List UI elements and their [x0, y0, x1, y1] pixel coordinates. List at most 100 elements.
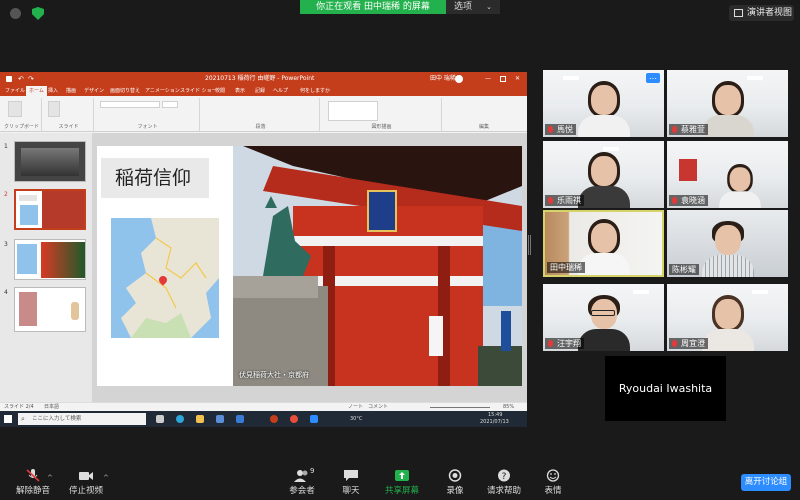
- ppt-tab-draw: 描画: [66, 88, 77, 94]
- request-help-label: 请求帮助: [486, 486, 521, 496]
- face: [590, 156, 617, 186]
- search-icon: ⌕: [21, 415, 25, 423]
- record-button[interactable]: 录像: [440, 465, 470, 500]
- info-icon[interactable]: [10, 8, 21, 19]
- people-icon: [294, 470, 308, 482]
- video-tile-3[interactable]: 乐雨祺: [543, 141, 664, 208]
- shapes-gallery: [328, 101, 378, 121]
- ppt-redo-icon: ↷: [28, 75, 34, 83]
- taskbar-search-box: ⌕ ここに入力して検索: [18, 413, 146, 425]
- view-options-button[interactable]: 选项 ⌄: [446, 0, 500, 14]
- unmute-button[interactable]: 解除静音: [8, 465, 58, 500]
- ppt-tab-design: デザイン: [84, 88, 105, 94]
- participant-figure: [701, 221, 754, 277]
- torso: [701, 255, 754, 277]
- stop-video-button[interactable]: 停止视频: [66, 465, 106, 500]
- slide-title: 稲荷信仰: [101, 158, 209, 198]
- thumb-1-image: [21, 148, 79, 176]
- slide-map-image: [111, 218, 219, 338]
- video-tile-5-active-speaker[interactable]: 田中瑞稀: [543, 210, 664, 277]
- ppt-tab-help: ヘルプ: [273, 88, 289, 94]
- participants-count: 9: [310, 467, 315, 475]
- torso: [701, 329, 754, 351]
- mic-muted-icon: [672, 126, 677, 133]
- record-icon: [448, 469, 462, 482]
- video-off-tile[interactable]: Ryoudai Iwashita: [605, 356, 726, 421]
- participants-button[interactable]: 参会者: [282, 465, 322, 500]
- ppt-tab-transitions: 画面切り替え: [110, 88, 141, 94]
- participant-name: 汪宇翔: [557, 339, 581, 348]
- participant-name-label: 田中瑞稀: [547, 262, 585, 273]
- ceiling-light: [603, 147, 619, 151]
- participant-figure: [577, 81, 630, 137]
- participant-name: 馬悦: [557, 125, 573, 134]
- mic-muted-icon: [548, 340, 553, 347]
- photo-caption: 伏見稲荷大社・京都府: [239, 371, 309, 379]
- face: [729, 167, 750, 192]
- thumb-2-map: [20, 205, 38, 225]
- more-options-button[interactable]: …: [646, 73, 660, 83]
- ribbon-group-paragraph: 段落: [202, 98, 320, 131]
- red-wall-object: [679, 159, 697, 181]
- video-tile-1[interactable]: … 馬悦: [543, 70, 664, 137]
- ribbon-group-label: 段落: [255, 124, 266, 130]
- shrine-illustration: [233, 146, 522, 386]
- record-label: 录像: [446, 486, 464, 496]
- ribbon-group-editing: 編集: [444, 98, 524, 131]
- font-size-select: [162, 101, 178, 108]
- face: [590, 223, 617, 253]
- video-tile-4[interactable]: 袁晓涵: [667, 141, 788, 208]
- leave-breakout-room-button[interactable]: 离开讨论组: [741, 474, 791, 491]
- ppt-undo-icon: ↶: [18, 75, 24, 83]
- thumb-number: 1: [4, 143, 8, 150]
- weather-reading: 30°C: [350, 416, 363, 422]
- ppt-tab-view: 表示: [235, 88, 246, 94]
- thumb-2-photo: [42, 191, 84, 228]
- share-screen-button[interactable]: 共享屏幕: [382, 465, 422, 500]
- thumb-4-image: [19, 292, 37, 326]
- participant-figure: [701, 81, 754, 137]
- chat-button[interactable]: 聊天: [335, 465, 367, 500]
- video-camera-icon: [79, 472, 93, 480]
- thumb-4-figure: [71, 302, 79, 320]
- video-options-caret[interactable]: ^: [103, 474, 109, 482]
- ppt-user-name: 田中 瑞稀: [430, 75, 456, 82]
- reactions-button[interactable]: 表情: [538, 465, 568, 500]
- ribbon-group-clipboard: クリップボード: [2, 98, 42, 131]
- audio-options-caret[interactable]: ^: [47, 474, 53, 482]
- ppt-avatar: [455, 75, 463, 83]
- participant-figure: [577, 152, 630, 208]
- face: [714, 299, 741, 329]
- thumb-2-title: [19, 195, 37, 201]
- ppt-minimize-icon: —: [485, 75, 491, 82]
- encryption-shield-icon[interactable]: [32, 7, 44, 20]
- video-tile-2[interactable]: 蔡雅萱: [667, 70, 788, 137]
- meeting-toolbar: 解除静音 ^ 停止视频 ^ 参会者 9 聊天 共享屏幕 录像 ? 请求帮助 表情: [0, 465, 800, 500]
- reactions-label: 表情: [544, 486, 562, 496]
- view-options-label: 选项: [454, 2, 473, 12]
- thumb-3-map: [17, 244, 37, 274]
- glasses: [591, 310, 615, 316]
- torso: [577, 329, 630, 351]
- ppt-ribbon-tabs: ファイル ホーム 挿入 描画 デザイン 画面切り替え アニメーション スライド …: [0, 86, 527, 96]
- mic-muted-icon: [548, 197, 553, 204]
- video-tile-6[interactable]: 陈彬耀: [667, 210, 788, 277]
- speaker-view-icon: [734, 9, 743, 17]
- taskbar-time: 15:49: [488, 412, 503, 418]
- ceiling-light: [633, 290, 649, 294]
- mic-muted-icon: [548, 126, 553, 133]
- ppt-tab-slideshow: スライド ショー: [180, 88, 217, 94]
- participants-label: 参会者: [289, 486, 315, 496]
- video-tile-7[interactable]: 汪宇翔: [543, 284, 664, 351]
- torso: [718, 191, 761, 208]
- video-tile-8[interactable]: 周宜澄: [667, 284, 788, 351]
- font-select: [100, 101, 160, 108]
- slide-thumbnail-pane: 1 2 3 4: [0, 133, 92, 402]
- speaker-view-button[interactable]: 演讲者视图: [729, 5, 794, 21]
- participant-figure: [701, 295, 754, 351]
- request-help-button[interactable]: ? 请求帮助: [484, 465, 524, 500]
- ribbon-group-label: 編集: [478, 124, 489, 130]
- taskbar-search-placeholder: ここに入力して検索: [32, 416, 82, 422]
- ppt-maximize-icon: [500, 76, 506, 82]
- panel-resize-handle[interactable]: [528, 235, 531, 255]
